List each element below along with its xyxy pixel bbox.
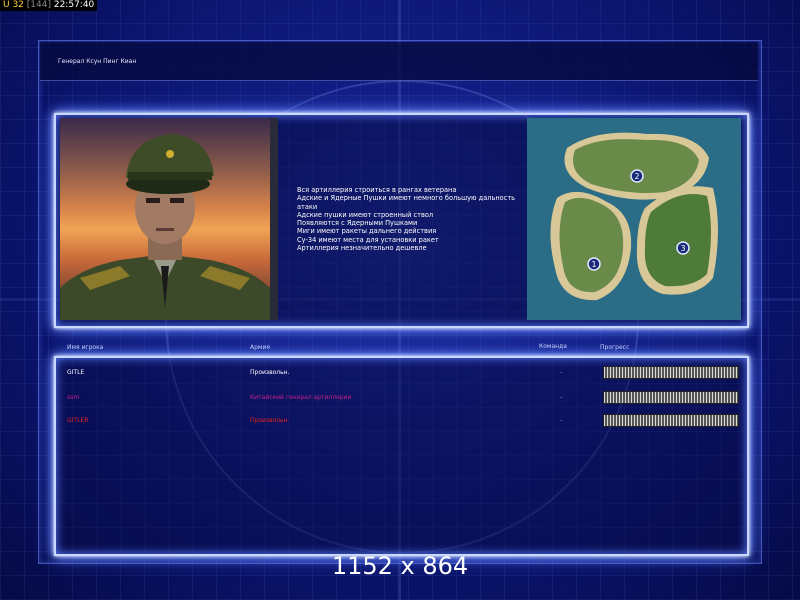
unit-counter: U 32 <box>3 0 24 10</box>
player-army[interactable]: Китайский генерал артиллерии <box>250 394 351 401</box>
general-name: Генерал Ксун Пинг Киан <box>58 58 137 65</box>
desc-line: Артиллерия незначительно дешевле <box>297 244 427 253</box>
players-panel <box>54 356 749 556</box>
map-preview[interactable]: 2 1 3 <box>527 118 741 320</box>
progress-bar <box>603 366 739 379</box>
player-team[interactable]: - <box>560 394 562 401</box>
desc-line: Появляются с Ядерными Пушками <box>297 219 418 228</box>
status-bar: U 32 [144] 22:57:40 <box>0 0 98 11</box>
player-row: GITLER Произвольн. - <box>67 414 747 427</box>
clock: 22:57:40 <box>53 0 95 10</box>
bracket-counter: [144] <box>26 0 51 10</box>
progress-bar <box>603 391 739 404</box>
start-position-3[interactable]: 3 <box>680 244 685 253</box>
player-army[interactable]: Произвольн. <box>250 369 290 376</box>
general-description: Вся артиллерия строиться в рангах ветера… <box>297 186 515 252</box>
column-team: Команда <box>539 343 567 350</box>
player-team[interactable]: - <box>560 417 562 424</box>
progress-bar <box>603 414 739 427</box>
desc-line: Адские пушки имеют строенный ствол <box>297 210 434 219</box>
desc-line: Вся артиллерия строиться в рангах ветера… <box>297 186 457 194</box>
start-position-2[interactable]: 2 <box>634 172 639 181</box>
desc-line: Адские и Ядерные Пушки имеют немного бол… <box>297 194 516 203</box>
desc-line: Су-34 имеют места для установки ракет <box>297 235 439 244</box>
start-position-1[interactable]: 1 <box>591 260 596 269</box>
title-bar <box>40 42 758 81</box>
player-row: GITLE Произвольн. - <box>67 366 747 379</box>
player-army[interactable]: Произвольн. <box>250 417 290 424</box>
player-name: GITLER <box>67 417 89 424</box>
general-portrait <box>60 118 278 320</box>
player-team[interactable]: - <box>560 369 562 376</box>
resolution-overlay: 1152 x 864 <box>331 552 469 580</box>
column-progress: Прогресс <box>600 344 630 351</box>
player-name: GITLE <box>67 369 85 376</box>
desc-line: Миги имеют ракеты дальнего действия <box>297 227 437 236</box>
column-player: Имя игрока <box>67 344 104 351</box>
desc-line: атаки <box>297 202 318 211</box>
column-army: Армия <box>250 344 270 351</box>
player-name: ssm <box>67 394 80 401</box>
player-row: ssm Китайский генерал артиллерии - <box>67 391 747 404</box>
